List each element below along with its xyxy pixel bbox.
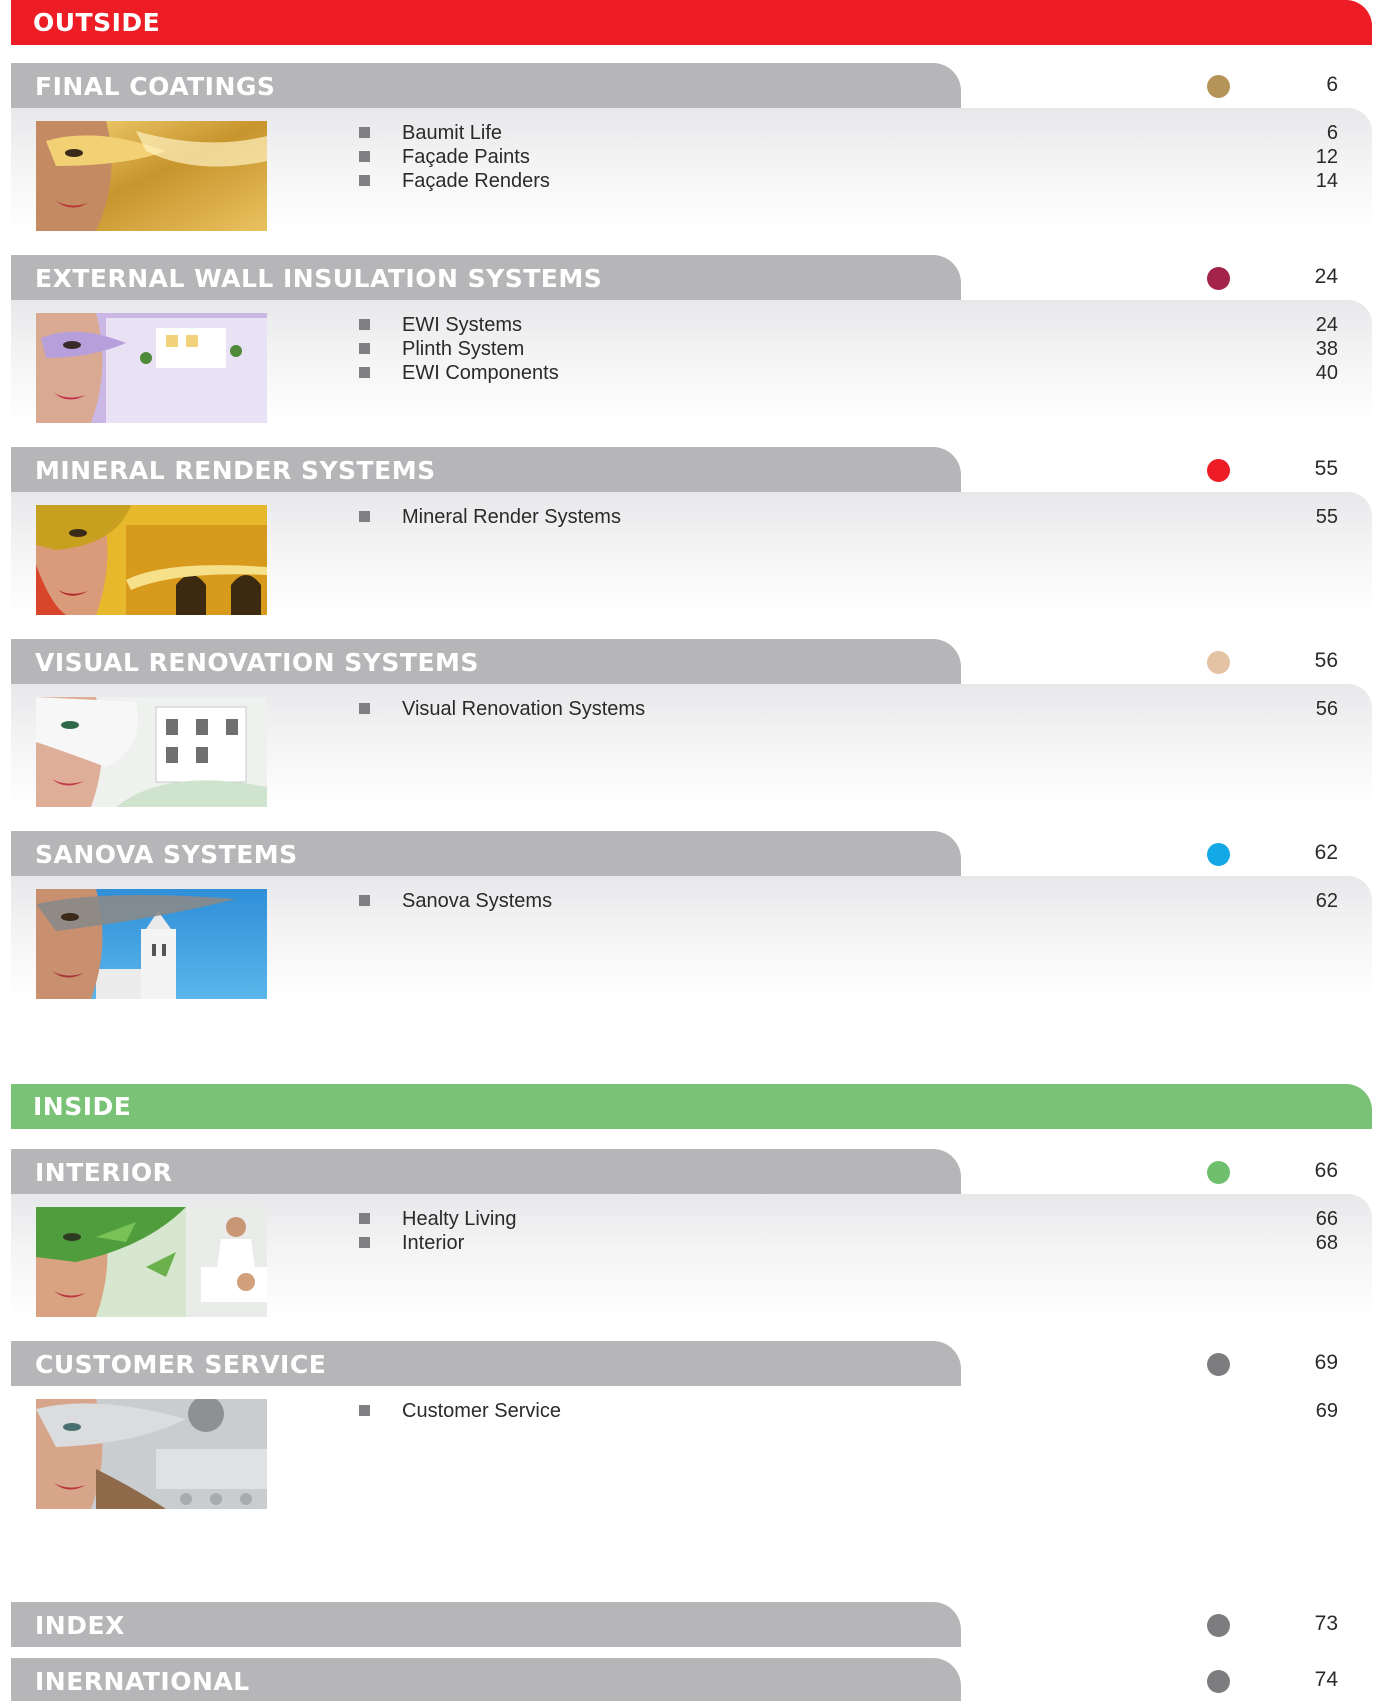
item-label: Visual Renovation Systems xyxy=(402,698,646,720)
item-page-list: 55 xyxy=(1280,506,1338,530)
section-title[interactable]: CUSTOMER SERVICE xyxy=(11,1341,961,1386)
item-page-number[interactable]: 62 xyxy=(1280,890,1338,914)
section-title[interactable]: EXTERNAL WALL INSULATION SYSTEMS xyxy=(11,255,961,300)
section-page-number[interactable]: 55 xyxy=(1280,457,1338,481)
square-bullet-icon xyxy=(359,1237,370,1248)
section-body: Mineral Render Systems 55 xyxy=(11,492,1372,617)
section-color-dot xyxy=(1207,843,1230,866)
item-label: EWI Systems xyxy=(402,314,523,336)
item-label: Baumit Life xyxy=(402,122,503,144)
item-page-number[interactable]: 55 xyxy=(1280,506,1338,530)
section-page-number[interactable]: 56 xyxy=(1280,649,1338,673)
item-page-number[interactable]: 14 xyxy=(1280,170,1338,194)
item-page-number[interactable]: 69 xyxy=(1280,1400,1338,1424)
section-body: Baumit Life Façade Paints Façade Renders… xyxy=(11,108,1372,233)
item-page-number[interactable]: 24 xyxy=(1280,314,1338,338)
section-color-dot xyxy=(1207,75,1230,98)
section-color-dot xyxy=(1207,459,1230,482)
square-bullet-icon xyxy=(359,1405,370,1416)
item-page-number[interactable]: 40 xyxy=(1280,362,1338,386)
item-page-number[interactable]: 66 xyxy=(1280,1208,1338,1232)
outside-title: OUTSIDE xyxy=(33,8,161,37)
section-color-dot xyxy=(1207,1353,1230,1376)
item-label: Mineral Render Systems xyxy=(402,506,621,528)
item-page-list: 69 xyxy=(1280,1400,1338,1424)
section-title[interactable]: INTERIOR xyxy=(11,1149,961,1194)
square-bullet-icon xyxy=(359,367,370,378)
inside-title: INSIDE xyxy=(33,1092,132,1121)
section-color-dot xyxy=(1207,1670,1230,1693)
section-page-number[interactable]: 69 xyxy=(1280,1351,1338,1375)
section-body: Customer Service 69 xyxy=(11,1386,1372,1511)
section-title[interactable]: INDEX xyxy=(11,1602,961,1647)
item-page-number[interactable]: 56 xyxy=(1280,698,1338,722)
section-page-number[interactable]: 74 xyxy=(1280,1668,1338,1692)
grey-mask-thumbnail xyxy=(36,1399,267,1509)
section-title[interactable]: MINERAL RENDER SYSTEMS xyxy=(11,447,961,492)
item-page-number[interactable]: 6 xyxy=(1280,122,1338,146)
section-page-number[interactable]: 66 xyxy=(1280,1159,1338,1183)
section-title[interactable]: INERNATIONAL xyxy=(11,1658,961,1701)
yellow-mask-thumbnail xyxy=(36,505,267,615)
gold-mask-thumbnail xyxy=(36,121,267,231)
outside-band: OUTSIDE xyxy=(11,0,1372,45)
section-page-number[interactable]: 24 xyxy=(1280,265,1338,289)
item-page-number[interactable]: 68 xyxy=(1280,1232,1338,1256)
section-color-dot xyxy=(1207,651,1230,674)
purple-mask-thumbnail xyxy=(36,313,267,423)
blue-sky-thumbnail xyxy=(36,889,267,999)
section-color-dot xyxy=(1207,1614,1230,1637)
section-title[interactable]: SANOVA SYSTEMS xyxy=(11,831,961,876)
section-page-number[interactable]: 73 xyxy=(1280,1612,1338,1636)
square-bullet-icon xyxy=(359,343,370,354)
item-label: EWI Components xyxy=(402,362,559,384)
item-label: Healty Living xyxy=(402,1208,517,1230)
section-body: Visual Renovation Systems 56 xyxy=(11,684,1372,809)
square-bullet-icon xyxy=(359,1213,370,1224)
inside-band: INSIDE xyxy=(11,1084,1372,1129)
square-bullet-icon xyxy=(359,511,370,522)
square-bullet-icon xyxy=(359,895,370,906)
square-bullet-icon xyxy=(359,151,370,162)
item-page-list: 6 12 14 xyxy=(1280,122,1338,194)
square-bullet-icon xyxy=(359,703,370,714)
section-body: Healty Living Interior 66 68 xyxy=(11,1194,1372,1319)
section-body: Sanova Systems 62 xyxy=(11,876,1372,1001)
item-page-number[interactable]: 38 xyxy=(1280,338,1338,362)
item-label: Interior xyxy=(402,1232,465,1254)
section-title[interactable]: FINAL COATINGS xyxy=(11,63,961,108)
section-color-dot xyxy=(1207,267,1230,290)
item-page-list: 24 38 40 xyxy=(1280,314,1338,386)
square-bullet-icon xyxy=(359,175,370,186)
item-page-list: 62 xyxy=(1280,890,1338,914)
item-label: Façade Renders xyxy=(402,170,550,192)
item-label: Sanova Systems xyxy=(402,890,553,912)
section-title[interactable]: VISUAL RENOVATION SYSTEMS xyxy=(11,639,961,684)
item-page-list: 56 xyxy=(1280,698,1338,722)
square-bullet-icon xyxy=(359,319,370,330)
item-label: Façade Paints xyxy=(402,146,530,168)
section-page-number[interactable]: 62 xyxy=(1280,841,1338,865)
section-page-number[interactable]: 6 xyxy=(1280,73,1338,97)
section-color-dot xyxy=(1207,1161,1230,1184)
item-page-number[interactable]: 12 xyxy=(1280,146,1338,170)
item-label: Customer Service xyxy=(402,1400,561,1422)
white-mask-thumbnail xyxy=(36,697,267,807)
green-leaf-thumbnail xyxy=(36,1207,267,1317)
item-page-list: 66 68 xyxy=(1280,1208,1338,1256)
square-bullet-icon xyxy=(359,127,370,138)
item-label: Plinth System xyxy=(402,338,525,360)
section-body: EWI Systems Plinth System EWI Components… xyxy=(11,300,1372,425)
